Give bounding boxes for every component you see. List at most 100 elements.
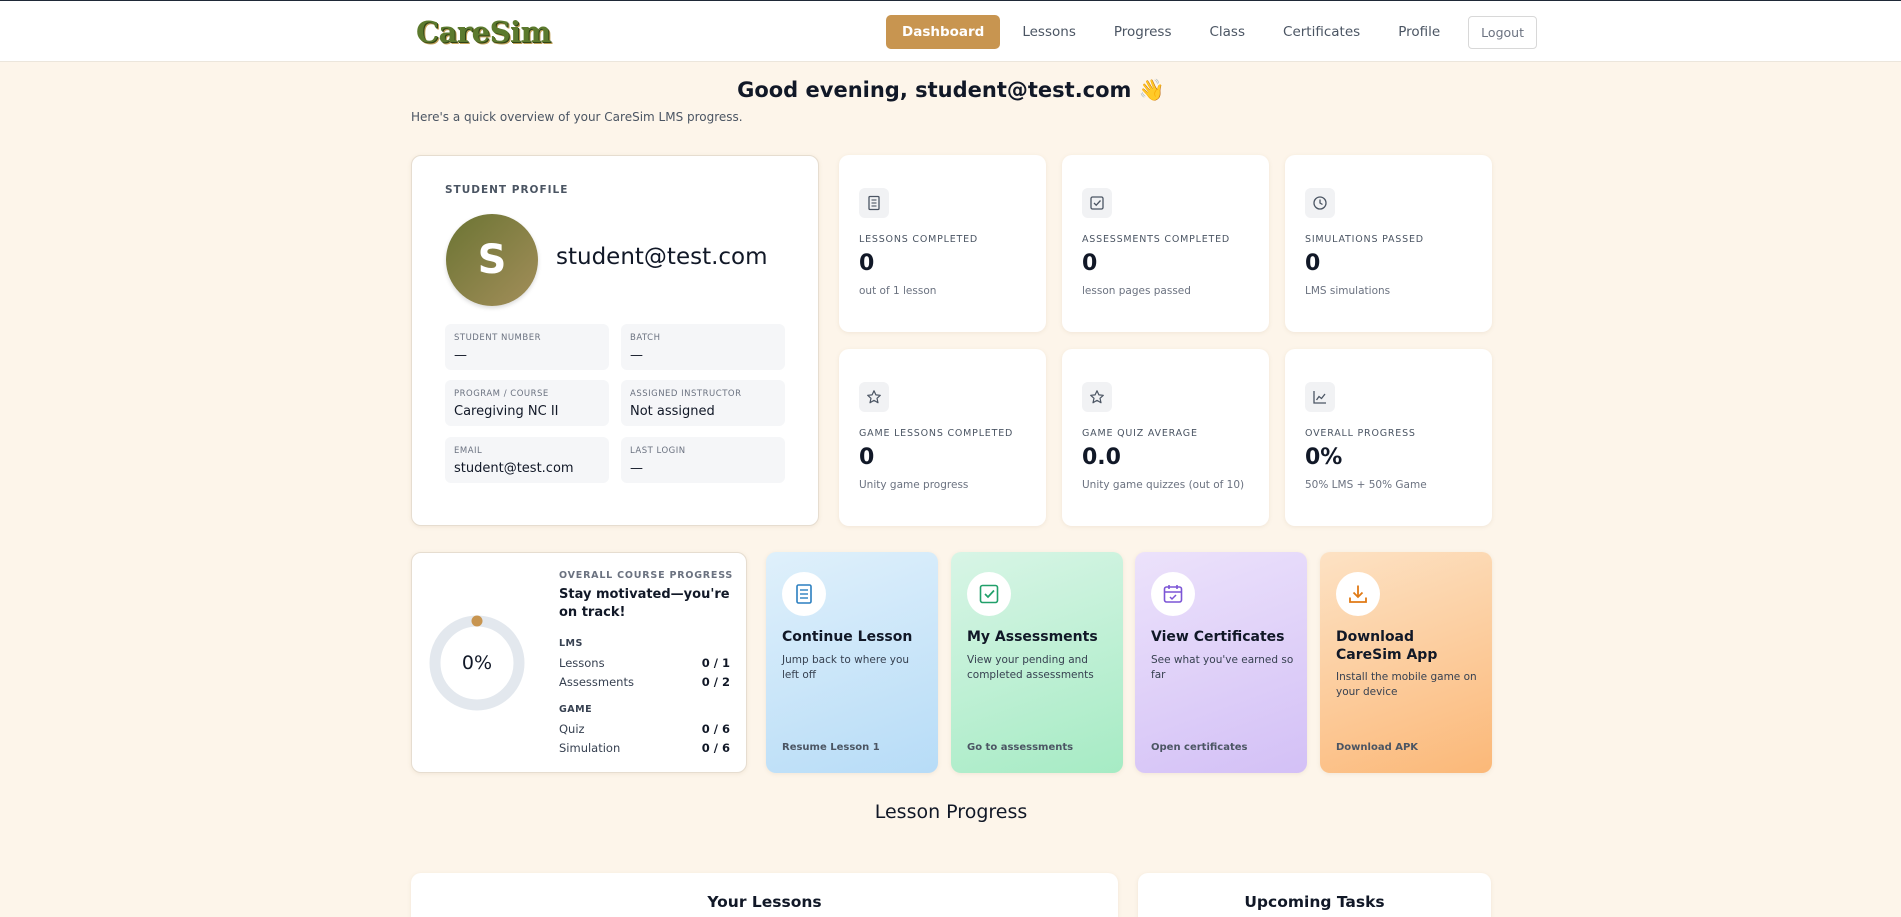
stat-lessons-completed: LESSONS COMPLETED 0 out of 1 lesson — [839, 155, 1046, 332]
view-certificates-card[interactable]: View Certificates See what you've earned… — [1135, 552, 1307, 773]
email-field: EMAIL student@test.com — [445, 437, 609, 483]
last-login-field: LAST LOGIN — — [621, 437, 785, 483]
row-value: 0 / 2 — [701, 675, 730, 689]
chart-icon — [1305, 382, 1335, 412]
student-profile-card: STUDENT PROFILE S student@test.com STUDE… — [411, 155, 819, 526]
stat-sub: Unity game quizzes (out of 10) — [1082, 479, 1245, 491]
book-icon — [859, 188, 889, 218]
stat-label: LESSONS COMPLETED — [859, 234, 979, 245]
row-value: 0 / 1 — [701, 656, 730, 670]
download-icon — [1336, 572, 1380, 616]
resume-lesson-link[interactable]: Resume Lesson 1 — [782, 742, 880, 753]
simulation-row: Simulation 0 / 6 — [559, 741, 730, 755]
stat-label: ASSESSMENTS COMPLETED — [1082, 234, 1231, 245]
avatar: S — [446, 214, 538, 306]
field-value: — — [454, 348, 467, 363]
upcoming-tasks-card: Upcoming Tasks — [1138, 873, 1491, 917]
nav-profile[interactable]: Profile — [1382, 15, 1456, 49]
nav-certificates[interactable]: Certificates — [1267, 15, 1376, 49]
batch-field: BATCH — — [621, 324, 785, 370]
stat-value: 0 — [1305, 251, 1321, 276]
stat-label: GAME QUIZ AVERAGE — [1082, 428, 1198, 439]
continue-lesson-card[interactable]: Continue Lesson Jump back to where you l… — [766, 552, 938, 773]
lesson-progress-heading: Lesson Progress — [874, 801, 1028, 823]
action-desc: Install the mobile game on your device — [1336, 671, 1477, 698]
field-value: Not assigned — [630, 404, 715, 419]
book-icon — [782, 572, 826, 616]
quiz-row: Quiz 0 / 6 — [559, 722, 730, 736]
action-title: Download CareSim App — [1336, 629, 1438, 663]
stat-sub: 50% LMS + 50% Game — [1305, 479, 1427, 491]
row-label: Assessments — [559, 675, 634, 689]
field-value: — — [630, 348, 643, 363]
course-progress-card: 0% OVERALL COURSE PROGRESS Stay motivate… — [411, 552, 747, 773]
stat-label: OVERALL PROGRESS — [1305, 428, 1416, 439]
stat-sub: lesson pages passed — [1082, 285, 1191, 297]
stat-sub: LMS simulations — [1305, 285, 1391, 297]
progress-percent: 0% — [461, 652, 493, 674]
nav-links: Dashboard Lessons Progress Class Certifi… — [886, 15, 1537, 49]
action-title: Continue Lesson — [782, 629, 913, 645]
checkbox-icon — [1082, 188, 1112, 218]
assessments-row: Assessments 0 / 2 — [559, 675, 730, 689]
row-label: Simulation — [559, 741, 621, 755]
stat-game-lessons-completed: GAME LESSONS COMPLETED 0 Unity game prog… — [839, 349, 1046, 526]
stat-label: GAME LESSONS COMPLETED — [859, 428, 1014, 439]
action-desc: Jump back to where you left off — [782, 654, 910, 681]
field-value: Caregiving NC II — [454, 404, 559, 419]
row-value: 0 / 6 — [701, 722, 730, 736]
field-label: BATCH — [630, 333, 661, 343]
clock-icon — [1305, 188, 1335, 218]
open-certificates-link[interactable]: Open certificates — [1151, 742, 1248, 753]
lessons-row: Lessons 0 / 1 — [559, 656, 730, 670]
field-label: EMAIL — [454, 446, 483, 456]
stat-value: 0 — [859, 251, 875, 276]
page-subtitle: Here's a quick overview of your CareSim … — [411, 110, 743, 124]
field-value: student@test.com — [454, 461, 574, 476]
upcoming-tasks-title: Upcoming Tasks — [1244, 893, 1385, 911]
stat-game-quiz-average: GAME QUIZ AVERAGE 0.0 Unity game quizzes… — [1062, 349, 1269, 526]
stat-value: 0% — [1305, 445, 1343, 470]
motivation-text: Stay motivated—you're on track! — [559, 587, 730, 620]
stat-sub: out of 1 lesson — [859, 285, 937, 297]
stat-value: 0 — [859, 445, 875, 470]
stat-value: 0.0 — [1082, 445, 1121, 470]
my-assessments-card[interactable]: My Assessments View your pending and com… — [951, 552, 1123, 773]
field-label: LAST LOGIN — [630, 446, 686, 456]
field-value: — — [630, 461, 643, 476]
lms-group-label: LMS — [559, 638, 583, 649]
row-label: Lessons — [559, 656, 605, 670]
stat-sub: Unity game progress — [859, 479, 969, 491]
action-desc: View your pending and completed assessme… — [967, 654, 1094, 681]
caresim-logo[interactable]: CareSim — [416, 15, 551, 49]
nav-lessons[interactable]: Lessons — [1006, 15, 1092, 49]
your-lessons-title: Your Lessons — [707, 893, 822, 911]
action-title: View Certificates — [1151, 629, 1285, 645]
stat-overall-progress: OVERALL PROGRESS 0% 50% LMS + 50% Game — [1285, 349, 1492, 526]
your-lessons-card: Your Lessons — [411, 873, 1118, 917]
game-group-label: GAME — [559, 704, 593, 715]
page-greeting: Good evening, student@test.com 👋 — [737, 78, 1165, 102]
top-navbar: CareSim Dashboard Lessons Progress Class… — [0, 0, 1901, 62]
stat-value: 0 — [1082, 251, 1098, 276]
star-icon — [859, 382, 889, 412]
stat-assessments-completed: ASSESSMENTS COMPLETED 0 lesson pages pas… — [1062, 155, 1269, 332]
logout-button[interactable]: Logout — [1468, 15, 1537, 49]
nav-progress[interactable]: Progress — [1098, 15, 1188, 49]
nav-class[interactable]: Class — [1193, 15, 1261, 49]
action-title: My Assessments — [967, 629, 1098, 645]
action-desc: See what you've earned so far — [1151, 654, 1294, 681]
student-number-field: STUDENT NUMBER — — [445, 324, 609, 370]
stat-simulations-passed: SIMULATIONS PASSED 0 LMS simulations — [1285, 155, 1492, 332]
nav-dashboard[interactable]: Dashboard — [886, 15, 1001, 49]
instructor-field: ASSIGNED INSTRUCTOR Not assigned — [621, 380, 785, 426]
row-value: 0 / 6 — [701, 741, 730, 755]
calendar-icon — [1151, 572, 1195, 616]
download-app-card[interactable]: Download CareSim App Install the mobile … — [1320, 552, 1492, 773]
go-to-assessments-link[interactable]: Go to assessments — [967, 742, 1073, 753]
profile-section-label: STUDENT PROFILE — [445, 184, 569, 196]
star-icon — [1082, 382, 1112, 412]
course-progress-label: OVERALL COURSE PROGRESS — [559, 570, 734, 581]
field-label: ASSIGNED INSTRUCTOR — [630, 389, 742, 399]
download-apk-link[interactable]: Download APK — [1336, 742, 1418, 753]
